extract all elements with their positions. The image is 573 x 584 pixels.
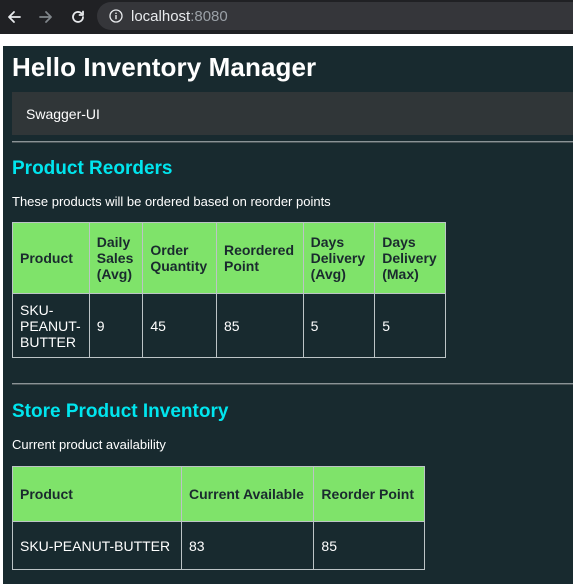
url-port: :8080 (190, 7, 228, 25)
table-row: SKU-PEANUT-BUTTER 9 45 85 5 5 (12, 293, 446, 358)
table-cell: 83 (181, 521, 315, 570)
column-header: Daily Sales (Avg) (88, 222, 144, 294)
column-header: Order Quantity (142, 222, 217, 294)
info-icon[interactable] (109, 9, 123, 23)
page-title: Hello Inventory Manager (12, 52, 317, 82)
table-header-row: Product Current Available Reorder Point (11, 466, 425, 522)
inventory-table: Product Current Available Reorder Point … (11, 466, 425, 570)
column-header: Days Delivery (Max) (374, 222, 446, 294)
table-cell: 5 (302, 293, 376, 358)
table-cell: 9 (88, 293, 144, 358)
table-cell: 45 (142, 293, 217, 358)
back-arrow-icon[interactable] (2, 5, 26, 29)
table-cell: SKU-PEANUT-BUTTER (11, 521, 183, 570)
reorders-heading: Product Reorders (12, 158, 173, 179)
reorders-table: Product Daily Sales (Avg) Order Quantity… (12, 222, 446, 358)
toolbar-divider (0, 34, 573, 46)
table-header-row: Product Daily Sales (Avg) Order Quantity… (12, 222, 446, 294)
divider (12, 383, 573, 385)
table-cell: 5 (374, 293, 446, 358)
url-host: localhost (131, 7, 191, 25)
inventory-heading: Store Product Inventory (12, 401, 229, 422)
table-cell: 85 (215, 293, 304, 358)
forward-arrow-icon[interactable] (34, 5, 58, 29)
table-cell: SKU-PEANUT-BUTTER (12, 293, 90, 358)
column-header: Current Available (181, 466, 315, 522)
column-header: Product (12, 222, 90, 294)
table-row: SKU-PEANUT-BUTTER 83 85 (11, 521, 425, 570)
swagger-ui-link[interactable]: Swagger-UI (12, 92, 573, 135)
table-cell: 85 (313, 521, 425, 570)
page-content: Hello Inventory Manager Swagger-UI Produ… (3, 46, 573, 584)
inventory-description: Current product availability (12, 437, 166, 452)
divider (12, 141, 573, 143)
column-header: Days Delivery (Avg) (302, 222, 376, 294)
column-header: Reorder Point (313, 466, 425, 522)
browser-toolbar: localhost:8080 (0, 0, 573, 34)
column-header: Product (11, 466, 183, 522)
swagger-ui-label: Swagger-UI (26, 105, 100, 122)
address-bar[interactable]: localhost:8080 (97, 2, 573, 30)
reorders-description: These products will be ordered based on … (12, 194, 331, 209)
reload-icon[interactable] (66, 5, 90, 29)
column-header: Reordered Point (215, 222, 304, 294)
